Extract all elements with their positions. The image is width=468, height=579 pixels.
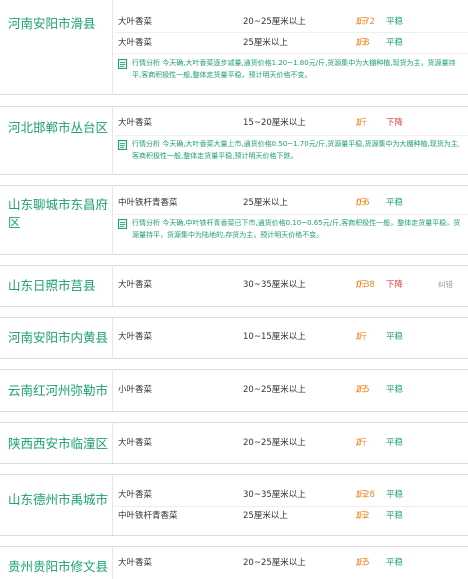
market-analysis: 行情分析 今天确,大叶香菜逐步减量,通货价格1.20~1.80元/斤,货源集中为…	[118, 57, 462, 87]
region-label[interactable]: 河南安阳市滑县	[8, 15, 111, 33]
listing-block: 陕西西安市临潼区 大叶香菜 20~25厘米以上 2/斤 平稳	[0, 422, 468, 464]
price-row: 大叶香菜 30~35厘米以上 0.38/斤 下降 纠错	[118, 275, 468, 295]
trend-text: 平稳	[386, 38, 404, 48]
region-label[interactable]: 贵州贵阳市修文县	[8, 558, 111, 576]
trend-text: 平稳	[386, 385, 404, 395]
spec-text: 20~25厘米以上	[243, 558, 306, 568]
region-label[interactable]: 山东聊城市东昌府区	[8, 196, 111, 232]
trend-text: 平稳	[386, 490, 404, 500]
price-row: 中叶铁杆青香菜 25厘米以上 0.6/斤 平稳	[118, 193, 468, 213]
trend-text: 平稳	[386, 332, 404, 342]
listing-block: 山东日照市莒县 大叶香菜 30~35厘米以上 0.38/斤 下降 纠错	[0, 265, 468, 307]
market-analysis: 行情分析 今天确,中叶铁杆青香菜已下市,通货价格0.10~0.65元/斤,客商积…	[118, 217, 462, 247]
variety-name: 大叶香菜	[118, 332, 153, 342]
variety-name: 中叶铁杆青香菜	[118, 198, 178, 208]
spec-text: 20~25厘米以上	[243, 17, 306, 27]
listing-block: 山东德州市禹城市 大叶香菜 30~35厘米以上 1.28/斤 平稳 中叶铁杆青香…	[0, 474, 468, 536]
variety-name: 大叶香菜	[118, 438, 153, 448]
spec-text: 20~25厘米以上	[243, 438, 306, 448]
listing-block: 云南红河州弥勒市 小叶香菜 20~25厘米以上 2.5/斤 平稳	[0, 369, 468, 412]
region-label[interactable]: 河北邯郸市丛台区	[8, 119, 111, 137]
price-row: 大叶香菜 25厘米以上 1.8/斤 平稳	[118, 33, 468, 53]
price-row: 大叶香菜 15~20厘米以上 1/斤 下降	[118, 113, 468, 133]
variety-name: 中叶铁杆青香菜	[118, 511, 178, 521]
region-label[interactable]: 山东日照市莒县	[8, 277, 111, 295]
trend-text: 平稳	[386, 198, 404, 208]
spec-text: 10~15厘米以上	[243, 332, 306, 342]
price-row: 中叶铁杆青香菜 25厘米以上 1.2/斤 平稳	[118, 506, 468, 526]
document-icon	[118, 219, 127, 229]
listing-block: 贵州贵阳市修文县 大叶香菜 20~25厘米以上 1.5/斤 平稳	[0, 546, 468, 579]
price-row: 大叶香菜 20~25厘米以上 2/斤 平稳	[118, 433, 468, 453]
price-row: 大叶香菜 20~25厘米以上 1.5/斤 平稳	[118, 553, 468, 573]
listing-block: 河北邯郸市丛台区 大叶香菜 15~20厘米以上 1/斤 下降 行情分析 今天确,…	[0, 106, 468, 175]
spec-text: 30~35厘米以上	[243, 490, 306, 500]
region-label[interactable]: 陕西西安市临潼区	[8, 435, 111, 453]
listing-block: 河南安阳市内黄县 大叶香菜 10~15厘米以上 1/斤 平稳	[0, 317, 468, 359]
price-row: 小叶香菜 20~25厘米以上 2.5/斤 平稳	[118, 380, 468, 400]
variety-name: 大叶香菜	[118, 17, 153, 27]
spec-text: 25厘米以上	[243, 198, 288, 208]
listing-block: 河南安阳市滑县 大叶香菜 20~25厘米以上 1.72/斤 平稳 大叶香菜 25…	[0, 0, 468, 95]
region-label[interactable]: 云南红河州弥勒市	[8, 382, 111, 400]
trend-text: 平稳	[386, 17, 404, 27]
variety-name: 小叶香菜	[118, 385, 153, 395]
document-icon	[118, 59, 127, 69]
variety-name: 大叶香菜	[118, 490, 153, 500]
trend-text: 下降	[386, 280, 404, 290]
price-row: 大叶香菜 30~35厘米以上 1.28/斤 平稳	[118, 485, 468, 505]
spec-text: 25厘米以上	[243, 511, 288, 521]
price-row: 大叶香菜 10~15厘米以上 1/斤 平稳	[118, 327, 468, 347]
variety-name: 大叶香菜	[118, 558, 153, 568]
spec-text: 25厘米以上	[243, 38, 288, 48]
trend-text: 平稳	[386, 558, 404, 568]
document-icon	[118, 140, 127, 150]
region-label[interactable]: 山东德州市禹城市	[8, 491, 111, 509]
variety-name: 大叶香菜	[118, 38, 153, 48]
analysis-text: 行情分析 今天确,大叶香菜大量上市,通货价格0.50~1.70元/斤,货源量平稳…	[132, 140, 460, 160]
report-error-link[interactable]: 纠错	[438, 275, 453, 295]
spec-text: 20~25厘米以上	[243, 385, 306, 395]
trend-text: 下降	[386, 118, 404, 128]
listing-block: 山东聊城市东昌府区 中叶铁杆青香菜 25厘米以上 0.6/斤 平稳 行情分析 今…	[0, 185, 468, 255]
variety-name: 大叶香菜	[118, 118, 153, 128]
spec-text: 15~20厘米以上	[243, 118, 306, 128]
variety-name: 大叶香菜	[118, 280, 153, 290]
price-listing: 河南安阳市滑县 大叶香菜 20~25厘米以上 1.72/斤 平稳 大叶香菜 25…	[0, 0, 468, 579]
region-label[interactable]: 河南安阳市内黄县	[8, 329, 111, 347]
market-analysis: 行情分析 今天确,大叶香菜大量上市,通货价格0.50~1.70元/斤,货源量平稳…	[118, 138, 462, 168]
analysis-text: 行情分析 今天确,中叶铁杆青香菜已下市,通货价格0.10~0.65元/斤,客商积…	[132, 219, 461, 239]
trend-text: 平稳	[386, 438, 404, 448]
price-row: 大叶香菜 20~25厘米以上 1.72/斤 平稳	[118, 12, 468, 32]
trend-text: 平稳	[386, 511, 404, 521]
analysis-text: 行情分析 今天确,大叶香菜逐步减量,通货价格1.20~1.80元/斤,货源集中为…	[132, 59, 456, 79]
spec-text: 30~35厘米以上	[243, 280, 306, 290]
